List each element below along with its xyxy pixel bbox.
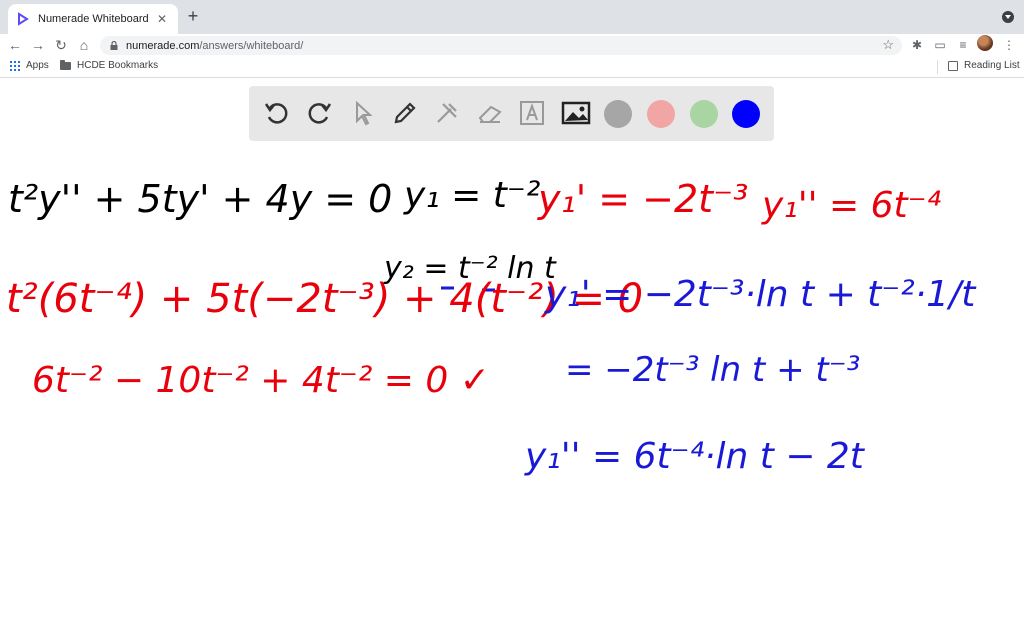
color-gray-swatch[interactable] (604, 100, 632, 128)
whiteboard-toolbar (249, 86, 774, 141)
select-icon[interactable] (348, 98, 378, 128)
black-y1: y₁ = t⁻² (403, 175, 540, 216)
color-blue-swatch[interactable] (732, 100, 760, 128)
color-green-swatch[interactable] (690, 100, 718, 128)
undo-icon[interactable] (262, 98, 292, 128)
blue-y2-prime-simplified: = −2t⁻³ ln t + t⁻³ (565, 350, 860, 390)
pen-icon[interactable] (390, 98, 420, 128)
redo-icon[interactable] (304, 98, 334, 128)
red-simplification: 6t⁻² − 10t⁻² + 4t⁻² = 0 ✓ (32, 360, 490, 401)
red-y1-prime: y₁' = −2t⁻³ (537, 177, 748, 221)
red-y1-double-prime: y₁'' = 6t⁻⁴ (761, 185, 942, 226)
blue-y2-prime: y₁' = −2t⁻³·ln t + t⁻²·1/t (544, 274, 977, 315)
color-pink-swatch[interactable] (647, 100, 675, 128)
tools-icon[interactable] (432, 98, 462, 128)
eraser-icon[interactable] (475, 98, 505, 128)
blue-y2-double-prime: y₁'' = 6t⁻⁴·ln t − 2t (524, 436, 866, 477)
image-icon[interactable] (561, 98, 591, 128)
black-ode: t²y'' + 5ty' + 4y = 0 (8, 177, 392, 221)
text-icon[interactable] (517, 98, 547, 128)
